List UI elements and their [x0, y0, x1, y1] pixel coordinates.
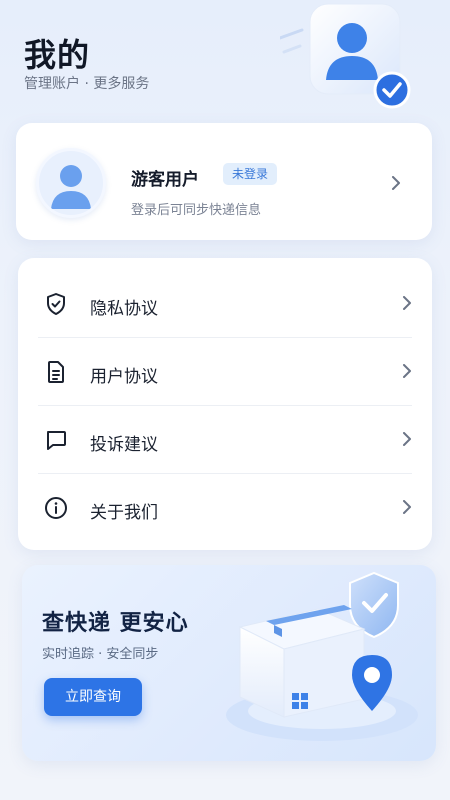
- document-icon: [48, 361, 64, 383]
- chevron-right-icon: [392, 176, 400, 190]
- user-silhouette-icon: [51, 165, 91, 209]
- menu-item-label: 投诉建议: [90, 435, 158, 455]
- chat-bubble-icon: [47, 431, 66, 450]
- package-illustration: [226, 571, 418, 741]
- menu-item-user-agreement[interactable]: 用户协议: [18, 338, 432, 406]
- page-header: 我的 管理账户 · 更多服务: [0, 0, 450, 120]
- menu-item-label: 隐私协议: [90, 299, 158, 319]
- page-subtitle: 管理账户 · 更多服务: [24, 76, 150, 92]
- menu-item-about-us[interactable]: 关于我们: [18, 474, 432, 542]
- info-icon: [45, 497, 67, 519]
- avatar: [36, 148, 106, 218]
- promo-subtitle: 实时追踪 · 安全同步: [42, 647, 159, 662]
- shield-check-icon: [47, 293, 65, 315]
- settings-menu: 隐私协议 用户协议 投诉建议 关于我们: [18, 258, 432, 550]
- user-name: 游客用户: [131, 170, 199, 190]
- chevron-right-icon: [403, 296, 411, 310]
- chevron-right-icon: [403, 364, 411, 378]
- user-profile-card[interactable]: 游客用户 未登录 登录后可同步快递信息: [16, 123, 432, 240]
- tracking-promo-banner: 查快递 更安心 实时追踪 · 安全同步 立即查询: [22, 565, 436, 761]
- promo-title: 查快递 更安心: [42, 611, 189, 636]
- menu-item-label: 关于我们: [90, 503, 158, 523]
- login-status-badge: 未登录: [223, 163, 278, 185]
- profile-card-illustration: [280, 3, 411, 109]
- chevron-right-icon: [403, 500, 411, 514]
- menu-item-feedback[interactable]: 投诉建议: [18, 406, 432, 474]
- query-now-button[interactable]: 立即查询: [44, 678, 142, 716]
- menu-item-label: 用户协议: [90, 367, 158, 387]
- login-hint: 登录后可同步快递信息: [131, 203, 262, 218]
- menu-item-privacy[interactable]: 隐私协议: [18, 270, 432, 338]
- chevron-right-icon: [403, 432, 411, 446]
- page-title: 我的: [24, 36, 91, 74]
